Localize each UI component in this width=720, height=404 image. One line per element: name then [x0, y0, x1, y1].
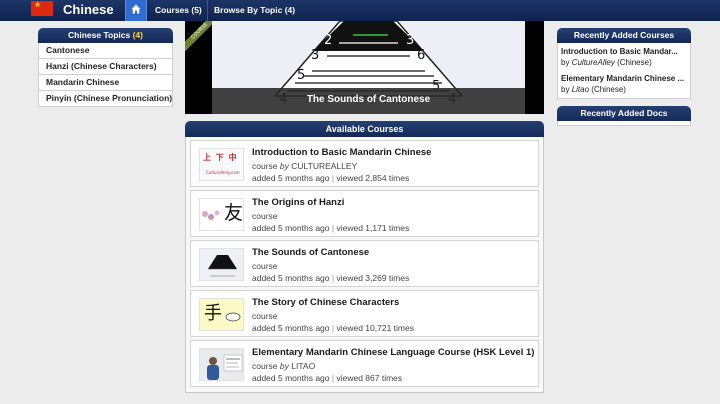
- chinese-topics-panel: Chinese Topics (4) Cantonese Hanzi (Chin…: [38, 28, 173, 107]
- course-type: course: [252, 311, 278, 321]
- topic-item-cantonese[interactable]: Cantonese: [38, 43, 173, 59]
- course-meta: added 5 months ago | viewed 3,269 times: [252, 273, 410, 283]
- recent-course-author[interactable]: Litao: [572, 85, 589, 94]
- tone-number: 3: [311, 48, 319, 63]
- topic-item-pinyin[interactable]: Pinyin (Chinese Pronunciation): [38, 91, 173, 107]
- recently-added-courses-list: Introduction to Basic Mandar... by Cultu…: [557, 43, 691, 99]
- chinese-topics-count: (4): [132, 30, 143, 40]
- chinese-topics-header: Chinese Topics (4): [38, 28, 173, 43]
- tone-pyramid-thumbnail: [208, 255, 237, 277]
- nav-courses-link[interactable]: Courses (5): [155, 0, 202, 21]
- thumbnail-character: 友: [224, 202, 244, 224]
- speech-bubble-icon: [225, 312, 241, 322]
- recent-course-author[interactable]: CultureAlley: [572, 58, 615, 67]
- recently-added-docs-header: Recently Added Docs: [557, 106, 691, 121]
- recently-added-courses-header: Recently Added Courses: [557, 28, 691, 43]
- course-thumbnail[interactable]: [199, 348, 244, 381]
- course-type: course by LITAO: [252, 361, 316, 371]
- available-courses-panel: Available Courses 上 下 中 CultureAlley.com…: [185, 121, 544, 393]
- course-author[interactable]: LITAO: [291, 361, 315, 371]
- top-navigation-bar: ★ Chinese Courses (5) Browse By Topic (4…: [0, 0, 720, 21]
- recent-course-item: Elementary Mandarin Chinese ... by Litao…: [561, 73, 687, 95]
- china-flag-icon: ★: [31, 0, 53, 16]
- course-title[interactable]: The Sounds of Cantonese: [252, 247, 369, 258]
- recently-added-courses-panel: Recently Added Courses Introduction to B…: [557, 28, 691, 99]
- course-meta: added 5 months ago | viewed 867 times: [252, 373, 403, 383]
- course-meta: added 5 months ago | viewed 10,721 times: [252, 323, 414, 333]
- course-thumbnail[interactable]: 手: [199, 298, 244, 331]
- tone-number: 3: [406, 33, 414, 48]
- course-item[interactable]: Elementary Mandarin Chinese Language Cou…: [190, 340, 539, 387]
- site-brand[interactable]: Chinese: [63, 1, 114, 19]
- nav-browse-by-topic-link[interactable]: Browse By Topic (4): [214, 0, 295, 21]
- recently-added-docs-panel: Recently Added Docs: [557, 106, 691, 126]
- course-type: course by CULTUREALLEY: [252, 161, 358, 171]
- recent-course-title[interactable]: Introduction to Basic Mandar...: [561, 46, 687, 57]
- course-item[interactable]: The Sounds of Cantonese course added 5 m…: [190, 240, 539, 287]
- course-title[interactable]: The Story of Chinese Characters: [252, 297, 399, 308]
- thumbnail-character: 手: [204, 303, 222, 324]
- recently-added-docs-body: [557, 121, 691, 126]
- course-item[interactable]: 上 下 中 CultureAlley.com Introduction to B…: [190, 140, 539, 187]
- course-author[interactable]: CULTUREALLEY: [291, 161, 357, 171]
- course-title[interactable]: Elementary Mandarin Chinese Language Cou…: [252, 347, 534, 358]
- recent-course-title[interactable]: Elementary Mandarin Chinese ...: [561, 73, 687, 84]
- nav-divider: [207, 0, 208, 21]
- tone-number: 6: [417, 48, 425, 63]
- topic-item-mandarin[interactable]: Mandarin Chinese: [38, 75, 173, 91]
- chinese-topics-title: Chinese Topics: [68, 30, 131, 40]
- course-title[interactable]: Introduction to Basic Mandarin Chinese: [252, 147, 431, 158]
- course-type: course: [252, 261, 278, 271]
- available-courses-list: 上 下 中 CultureAlley.com Introduction to B…: [185, 137, 544, 393]
- thumbnail-characters: 上 下 中: [203, 153, 238, 162]
- banner-caption-bar: The Sounds of Cantonese: [212, 88, 525, 114]
- topic-item-hanzi[interactable]: Hanzi (Chinese Characters): [38, 59, 173, 75]
- recent-course-item: Introduction to Basic Mandar... by Cultu…: [561, 46, 687, 68]
- tone-number: 5: [297, 68, 305, 83]
- featured-course-banner[interactable]: COURSE 2 3 3 6 5 5 4 4 The Sounds of Can…: [185, 21, 544, 114]
- course-thumbnail[interactable]: 友: [199, 198, 244, 231]
- course-thumbnail[interactable]: [199, 248, 244, 281]
- flower-illustration-icon: [202, 210, 220, 220]
- course-type: course: [252, 211, 278, 221]
- home-icon: [131, 4, 141, 14]
- course-title[interactable]: The Origins of Hanzi: [252, 197, 344, 208]
- instructor-video-thumbnail: [200, 349, 243, 380]
- course-meta: added 5 months ago | viewed 1,171 times: [252, 223, 410, 233]
- home-button[interactable]: [125, 0, 147, 21]
- course-item[interactable]: 友 The Origins of Hanzi course added 5 mo…: [190, 190, 539, 237]
- course-item[interactable]: 手 The Story of Chinese Characters course…: [190, 290, 539, 337]
- tone-number: 2: [324, 33, 332, 48]
- course-ribbon: COURSE: [185, 21, 215, 51]
- available-courses-header: Available Courses: [185, 121, 544, 137]
- banner-caption: The Sounds of Cantonese: [306, 94, 431, 105]
- course-meta: added 5 months ago | viewed 2,854 times: [252, 173, 410, 183]
- course-thumbnail[interactable]: 上 下 中 CultureAlley.com: [199, 148, 244, 181]
- thumbnail-caption: CultureAlley.com: [206, 170, 240, 175]
